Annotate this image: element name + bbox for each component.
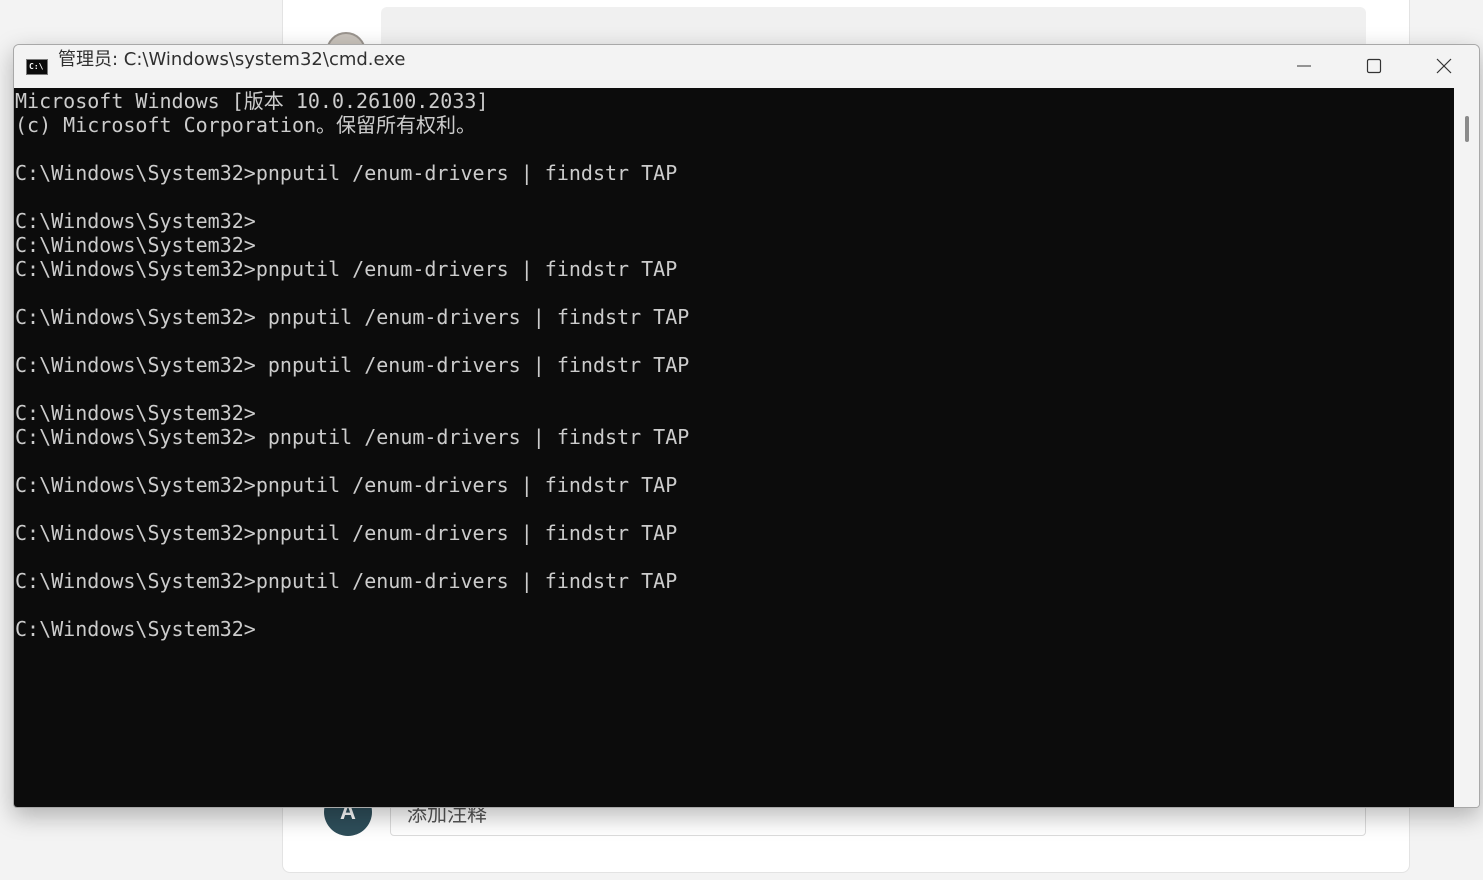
console-line: C:\Windows\System32>: [15, 233, 256, 257]
console-line: C:\Windows\System32> pnputil /enum-drive…: [15, 425, 690, 449]
console-line: C:\Windows\System32>pnputil /enum-driver…: [15, 569, 678, 593]
cmd-app-icon[interactable]: C:\: [26, 59, 48, 75]
console-line: C:\Windows\System32> pnputil /enum-drive…: [15, 305, 690, 329]
maximize-icon: [1366, 58, 1382, 74]
console-line: C:\Windows\System32>: [15, 617, 256, 641]
console-line: C:\Windows\System32>: [15, 401, 256, 425]
console-line: C:\Windows\System32>: [15, 209, 256, 233]
console-line: C:\Windows\System32>pnputil /enum-driver…: [15, 521, 678, 545]
close-button[interactable]: [1409, 45, 1479, 88]
title-bar[interactable]: C:\ 管理员: C:\Windows\system32\cmd.exe: [14, 45, 1479, 88]
close-icon: [1436, 58, 1452, 74]
console-line: C:\Windows\System32>pnputil /enum-driver…: [15, 257, 678, 281]
console-line: C:\Windows\System32>pnputil /enum-driver…: [15, 473, 678, 497]
window-title: 管理员: C:\Windows\system32\cmd.exe: [58, 49, 406, 70]
console-line: C:\Windows\System32> pnputil /enum-drive…: [15, 353, 690, 377]
minimize-icon: [1297, 65, 1311, 67]
scrollbar-thumb[interactable]: [1465, 116, 1469, 142]
vertical-scrollbar[interactable]: [1454, 88, 1479, 807]
maximize-button[interactable]: [1339, 45, 1409, 88]
minimize-button[interactable]: [1269, 45, 1339, 88]
console-line: (c) Microsoft Corporation。保留所有权利。: [15, 113, 477, 137]
console-line: C:\Windows\System32>pnputil /enum-driver…: [15, 161, 678, 185]
console-line: Microsoft Windows [版本 10.0.26100.2033]: [15, 89, 489, 113]
cmd-window[interactable]: C:\ 管理员: C:\Windows\system32\cmd.exe Mic…: [13, 44, 1480, 808]
console-output[interactable]: Microsoft Windows [版本 10.0.26100.2033] (c…: [14, 88, 1454, 807]
